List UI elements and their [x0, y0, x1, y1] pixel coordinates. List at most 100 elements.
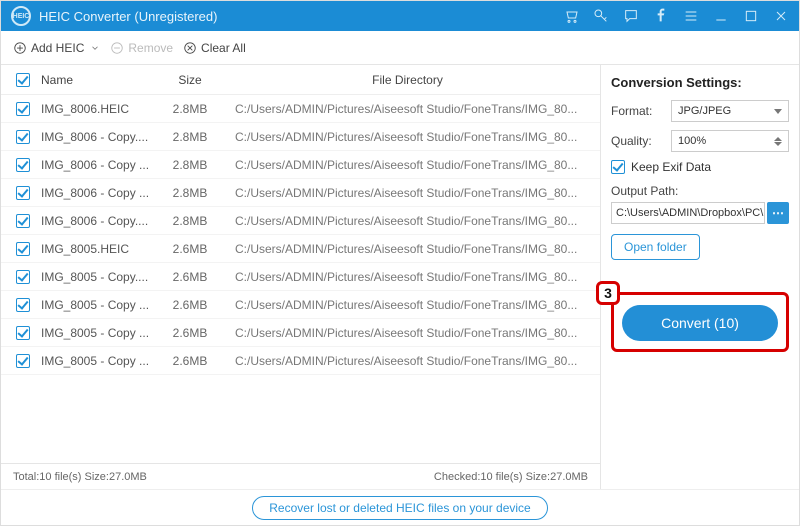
convert-button[interactable]: Convert (10): [622, 305, 778, 341]
file-directory: C:/Users/ADMIN/Pictures/Aiseesoft Studio…: [225, 326, 590, 340]
file-directory: C:/Users/ADMIN/Pictures/Aiseesoft Studio…: [225, 158, 590, 172]
plus-circle-icon: [13, 41, 27, 55]
file-size: 2.8MB: [155, 130, 225, 144]
file-directory: C:/Users/ADMIN/Pictures/Aiseesoft Studio…: [225, 214, 590, 228]
clear-all-button[interactable]: Clear All: [183, 41, 246, 55]
remove-label: Remove: [128, 41, 173, 55]
row-checkbox[interactable]: [16, 242, 30, 256]
format-value: JPG/JPEG: [678, 105, 731, 117]
file-list-pane: Name Size File Directory IMG_8006.HEIC2.…: [1, 65, 601, 489]
add-heic-label: Add HEIC: [31, 41, 84, 55]
file-directory: C:/Users/ADMIN/Pictures/Aiseesoft Studio…: [225, 186, 590, 200]
browse-path-button[interactable]: ⋯: [767, 202, 789, 224]
file-rows: IMG_8006.HEIC2.8MBC:/Users/ADMIN/Picture…: [1, 95, 600, 375]
output-path-label: Output Path:: [611, 184, 789, 198]
format-label: Format:: [611, 104, 665, 118]
table-row[interactable]: IMG_8006.HEIC2.8MBC:/Users/ADMIN/Picture…: [1, 95, 600, 123]
app-logo-icon: HEIC: [11, 6, 31, 26]
file-directory: C:/Users/ADMIN/Pictures/Aiseesoft Studio…: [225, 270, 590, 284]
open-folder-button[interactable]: Open folder: [611, 234, 700, 260]
remove-button: Remove: [110, 41, 173, 55]
file-name: IMG_8005 - Copy ...: [35, 326, 155, 340]
row-checkbox[interactable]: [16, 326, 30, 340]
chevron-down-icon: [90, 43, 100, 53]
file-name: IMG_8006.HEIC: [35, 102, 155, 116]
table-row[interactable]: IMG_8006 - Copy....2.8MBC:/Users/ADMIN/P…: [1, 123, 600, 151]
row-checkbox[interactable]: [16, 270, 30, 284]
file-size: 2.6MB: [155, 354, 225, 368]
menu-icon[interactable]: [683, 8, 699, 24]
file-name: IMG_8005.HEIC: [35, 242, 155, 256]
keep-exif-checkbox[interactable]: [611, 160, 625, 174]
table-header: Name Size File Directory: [1, 65, 600, 95]
select-all-checkbox[interactable]: [16, 73, 30, 87]
column-header-directory[interactable]: File Directory: [225, 73, 590, 87]
row-checkbox[interactable]: [16, 298, 30, 312]
file-directory: C:/Users/ADMIN/Pictures/Aiseesoft Studio…: [225, 354, 590, 368]
status-total: Total:10 file(s) Size:27.0MB: [13, 471, 147, 483]
chevron-down-icon: [774, 109, 782, 114]
table-row[interactable]: IMG_8005 - Copy ...2.6MBC:/Users/ADMIN/P…: [1, 347, 600, 375]
table-row[interactable]: IMG_8005 - Copy....2.6MBC:/Users/ADMIN/P…: [1, 263, 600, 291]
app-title: HEIC Converter (Unregistered): [39, 9, 217, 24]
table-row[interactable]: IMG_8005 - Copy ...2.6MBC:/Users/ADMIN/P…: [1, 319, 600, 347]
column-header-size[interactable]: Size: [155, 73, 225, 87]
file-size: 2.8MB: [155, 214, 225, 228]
table-row[interactable]: IMG_8005.HEIC2.6MBC:/Users/ADMIN/Picture…: [1, 235, 600, 263]
output-path-input[interactable]: C:\Users\ADMIN\Dropbox\PC\: [611, 202, 765, 224]
quality-stepper[interactable]: 100%: [671, 130, 789, 152]
status-bar: Total:10 file(s) Size:27.0MB Checked:10 …: [1, 463, 600, 489]
row-checkbox[interactable]: [16, 158, 30, 172]
titlebar: HEIC HEIC Converter (Unregistered): [1, 1, 799, 31]
facebook-icon[interactable]: [653, 8, 669, 24]
minus-circle-icon: [110, 41, 124, 55]
recover-files-button[interactable]: Recover lost or deleted HEIC files on yo…: [252, 496, 547, 520]
file-size: 2.8MB: [155, 102, 225, 116]
row-checkbox[interactable]: [16, 354, 30, 368]
file-size: 2.8MB: [155, 186, 225, 200]
table-row[interactable]: IMG_8006 - Copy ...2.8MBC:/Users/ADMIN/P…: [1, 151, 600, 179]
column-header-name[interactable]: Name: [35, 73, 155, 87]
footer: Recover lost or deleted HEIC files on yo…: [1, 489, 799, 525]
file-directory: C:/Users/ADMIN/Pictures/Aiseesoft Studio…: [225, 298, 590, 312]
add-heic-button[interactable]: Add HEIC: [13, 41, 100, 55]
file-name: IMG_8005 - Copy....: [35, 270, 155, 284]
file-size: 2.8MB: [155, 158, 225, 172]
file-name: IMG_8006 - Copy....: [35, 214, 155, 228]
file-name: IMG_8006 - Copy....: [35, 130, 155, 144]
file-name: IMG_8006 - Copy ...: [35, 158, 155, 172]
clear-all-label: Clear All: [201, 41, 246, 55]
row-checkbox[interactable]: [16, 102, 30, 116]
maximize-icon[interactable]: [743, 8, 759, 24]
format-select[interactable]: JPG/JPEG: [671, 100, 789, 122]
row-checkbox[interactable]: [16, 130, 30, 144]
file-name: IMG_8005 - Copy ...: [35, 354, 155, 368]
table-row[interactable]: IMG_8005 - Copy ...2.6MBC:/Users/ADMIN/P…: [1, 291, 600, 319]
minimize-icon[interactable]: [713, 8, 729, 24]
file-directory: C:/Users/ADMIN/Pictures/Aiseesoft Studio…: [225, 242, 590, 256]
convert-highlight: 3 Convert (10): [611, 292, 789, 352]
stepper-icon: [774, 137, 782, 146]
quality-label: Quality:: [611, 134, 665, 148]
file-name: IMG_8005 - Copy ...: [35, 298, 155, 312]
file-size: 2.6MB: [155, 298, 225, 312]
step-badge: 3: [596, 281, 620, 305]
file-size: 2.6MB: [155, 326, 225, 340]
row-checkbox[interactable]: [16, 214, 30, 228]
status-checked: Checked:10 file(s) Size:27.0MB: [434, 471, 588, 483]
key-icon[interactable]: [593, 8, 609, 24]
close-icon[interactable]: [773, 8, 789, 24]
feedback-icon[interactable]: [623, 8, 639, 24]
table-row[interactable]: IMG_8006 - Copy....2.8MBC:/Users/ADMIN/P…: [1, 207, 600, 235]
file-directory: C:/Users/ADMIN/Pictures/Aiseesoft Studio…: [225, 130, 590, 144]
file-size: 2.6MB: [155, 270, 225, 284]
file-directory: C:/Users/ADMIN/Pictures/Aiseesoft Studio…: [225, 102, 590, 116]
settings-sidebar: Conversion Settings: Format: JPG/JPEG Qu…: [601, 65, 799, 489]
file-size: 2.6MB: [155, 242, 225, 256]
file-name: IMG_8006 - Copy ...: [35, 186, 155, 200]
keep-exif-label: Keep Exif Data: [631, 160, 711, 174]
cart-icon[interactable]: [563, 8, 579, 24]
toolbar: Add HEIC Remove Clear All: [1, 31, 799, 65]
table-row[interactable]: IMG_8006 - Copy ...2.8MBC:/Users/ADMIN/P…: [1, 179, 600, 207]
row-checkbox[interactable]: [16, 186, 30, 200]
